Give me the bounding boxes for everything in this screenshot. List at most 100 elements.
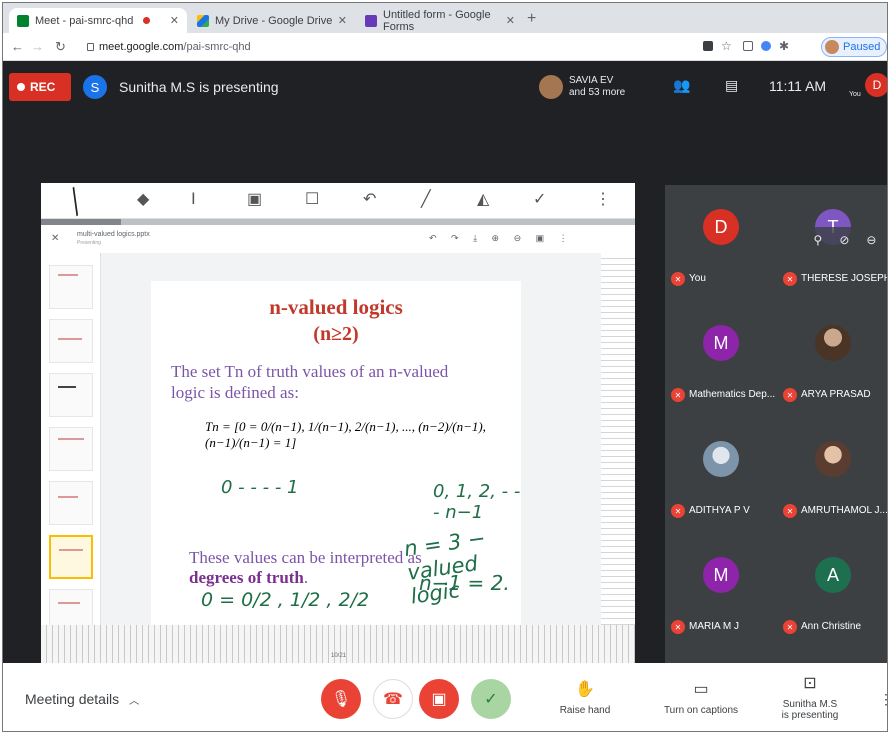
you-label: You: [849, 91, 861, 98]
participant-tile[interactable]: M ✕ MARIA M J: [665, 533, 777, 648]
slide-counter: 10/21: [331, 653, 347, 659]
camera-indicator-icon[interactable]: [703, 41, 713, 51]
meeting-controls: Meeting details ︿ 🎙 ☎ ▣ ✓ ✋ Raise hand ▭…: [3, 663, 887, 731]
participants-summary[interactable]: SAVIA EV and 53 more: [539, 69, 635, 105]
shape-tool-icon[interactable]: ☐: [305, 189, 319, 209]
slide-paragraph: The set Tn of truth values of an n-value…: [171, 362, 449, 402]
slide-thumbnail[interactable]: [49, 265, 93, 309]
extension-icon[interactable]: [743, 41, 753, 51]
mic-toggle-button[interactable]: 🎙: [321, 679, 361, 719]
slide-thumbnails: [41, 253, 101, 663]
puzzle-icon[interactable]: ✱: [779, 39, 789, 53]
slide-thumbnail[interactable]: [49, 319, 93, 363]
fill-tool-icon[interactable]: ◭: [477, 189, 489, 209]
participant-tile[interactable]: ✕ ARYA PRASAD: [777, 301, 887, 416]
screen: Meet - pai-smrc-qhd ✕ My Drive - Google …: [2, 2, 888, 732]
hang-up-icon: ☎: [383, 691, 403, 708]
slide-thumbnail[interactable]: [49, 481, 93, 525]
tab-forms[interactable]: Untitled form - Google Forms ✕: [357, 8, 523, 33]
remove-icon[interactable]: ⊖: [866, 233, 876, 247]
url-bar[interactable]: meet.google.com/pai-smrc-qhd: [99, 41, 251, 53]
meet-icon: [17, 14, 29, 27]
camera-toggle-button[interactable]: ▣: [419, 679, 459, 719]
meeting-details-button[interactable]: Meeting details ︿: [25, 691, 139, 707]
slide-emphasis: degrees of truth.: [189, 568, 308, 588]
leave-call-button[interactable]: ☎: [373, 679, 413, 719]
participant-name: ARYA PRASAD: [801, 389, 871, 400]
participant-avatar: D: [703, 209, 739, 245]
close-icon[interactable]: ✕: [51, 233, 59, 244]
mic-muted-icon: ✕: [783, 620, 797, 634]
presenting-status: Sunitha M.S is presenting: [119, 79, 279, 95]
participant-name: You: [689, 273, 706, 284]
file-subtitle: Presenting: [77, 240, 101, 246]
recording-badge: REC: [9, 73, 71, 101]
url-host: meet.google.com: [99, 41, 184, 53]
recording-dot-icon: [143, 17, 151, 24]
participant-name: SAVIA EV: [569, 75, 614, 86]
participant-more: and 53 more: [569, 87, 626, 98]
self-avatar[interactable]: D: [865, 73, 887, 97]
more-vert-icon[interactable]: ⋮: [595, 189, 611, 209]
participant-avatar: M: [703, 325, 739, 361]
profile-paused-button[interactable]: Paused: [821, 37, 887, 57]
mic-muted-icon: ✕: [671, 388, 685, 402]
slide-thumbnail[interactable]: [49, 427, 93, 471]
participant-tile[interactable]: A ✕ Ann Christine: [777, 533, 887, 648]
tab-drive[interactable]: My Drive - Google Drive ✕: [189, 8, 355, 33]
presenting-button[interactable]: ⊡ Sunitha M.S is presenting: [775, 673, 845, 721]
emphasis-text: degrees of truth: [189, 568, 304, 587]
slide-title: n-valued logics: [269, 295, 403, 319]
slide-thumbnail[interactable]: [49, 373, 93, 417]
close-tab-icon[interactable]: ✕: [338, 14, 347, 27]
line-tool-icon[interactable]: ╱: [421, 189, 431, 209]
undo-icon[interactable]: ↶: [363, 189, 376, 209]
forward-icon[interactable]: →: [31, 39, 44, 54]
participant-name: ADITHYA P V: [689, 505, 750, 516]
people-icon[interactable]: 👥: [673, 77, 690, 94]
participant-tile[interactable]: ✕ AMRUTHAMOL J...: [777, 417, 887, 532]
present-icon: ⊡: [803, 675, 817, 692]
image-tool-icon[interactable]: ▣: [247, 189, 262, 209]
reload-icon[interactable]: ↻: [55, 39, 66, 55]
participant-tile[interactable]: M ✕ Mathematics Dep...: [665, 301, 777, 416]
eraser-icon[interactable]: ◆: [137, 189, 149, 209]
handwriting-ink: 0 = 0/2 , 1/2 , 2/2: [201, 589, 370, 611]
approve-button[interactable]: ✓: [471, 679, 511, 719]
participant-tile[interactable]: D ✕ You: [665, 185, 777, 300]
tile-hover-controls: ⚲ ⊘ ⊖: [805, 227, 885, 253]
clock: 11:11 AM: [769, 78, 827, 94]
back-icon[interactable]: ←: [11, 39, 24, 54]
captions-button[interactable]: ▭ Turn on captions: [659, 679, 743, 716]
close-tab-icon[interactable]: ✕: [506, 14, 515, 27]
participant-avatar: A: [815, 557, 851, 593]
bookmark-star-icon[interactable]: ☆: [721, 39, 732, 53]
chat-icon[interactable]: ▤: [725, 77, 738, 94]
lock-icon: [87, 43, 94, 51]
new-tab-button[interactable]: +: [527, 10, 536, 28]
mic-muted-icon: ✕: [783, 388, 797, 402]
presentation-stage: ╱ ◆ Ⅰ ▣ ☐ ↶ ╱ ◭ ✓ ⋮ ✕ multi-valued logic…: [3, 111, 887, 663]
close-tab-icon[interactable]: ✕: [170, 14, 179, 27]
pin-icon[interactable]: ⚲: [814, 233, 823, 247]
camera-off-icon: ▣: [431, 691, 447, 708]
slides-tools-icon[interactable]: ↶ ↷ ⤓ ⊕ ⊖ ▣ ⋮: [429, 233, 574, 244]
meet-header: REC S Sunitha M.S is presenting SAVIA EV…: [3, 61, 887, 111]
tab-label: Meet - pai-smrc-qhd: [35, 14, 134, 27]
filmstrip: 10/21: [41, 625, 635, 663]
extension-gear-icon[interactable]: [761, 41, 771, 51]
emphasis-end: .: [303, 568, 309, 587]
text-tool-icon[interactable]: Ⅰ: [191, 189, 196, 209]
pen-icon[interactable]: ╱: [63, 188, 89, 217]
participant-tile[interactable]: ✕ ADITHYA P V: [665, 417, 777, 532]
check-icon[interactable]: ✓: [533, 189, 546, 209]
mute-participant-icon[interactable]: ⊘: [839, 233, 849, 247]
more-options-icon[interactable]: ⋮: [879, 691, 887, 708]
drive-icon: [197, 14, 209, 27]
current-slide: n-valued logics (n≥2) The set Tn of trut…: [151, 281, 521, 631]
participant-name: Ann Christine: [801, 621, 862, 632]
raise-hand-button[interactable]: ✋ Raise hand: [555, 679, 615, 716]
tab-meet[interactable]: Meet - pai-smrc-qhd ✕: [9, 8, 187, 33]
captions-icon: ▭: [693, 681, 709, 698]
slide-thumbnail-selected[interactable]: [49, 535, 93, 579]
